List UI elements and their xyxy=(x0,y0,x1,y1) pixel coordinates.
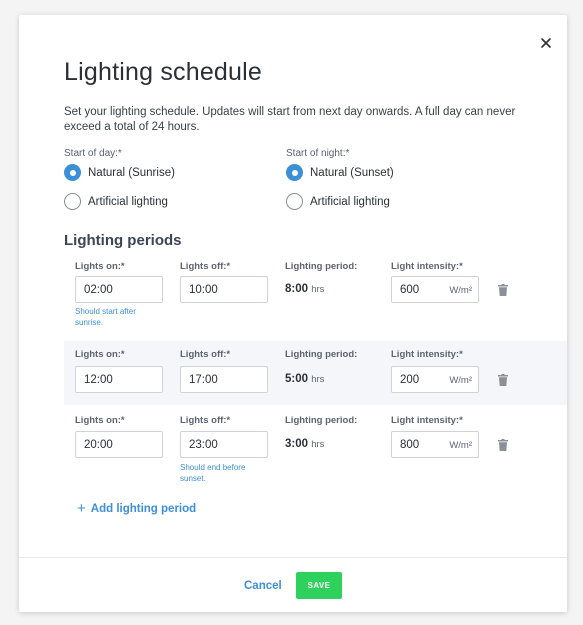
lights-off-label: Lights off:* xyxy=(180,415,231,426)
radio-label: Artificial lighting xyxy=(310,195,390,208)
lighting-period-value: 3:00 hrs xyxy=(285,438,324,450)
duration-value: 8:00 xyxy=(285,283,309,295)
lights-on-input[interactable]: 12:00 xyxy=(75,366,163,393)
start-of-day-label: Start of day:* xyxy=(64,148,122,159)
hrs-unit: hrs xyxy=(311,439,325,450)
save-button[interactable]: SAVE xyxy=(296,572,342,599)
lighting-period-label: Lighting period: xyxy=(285,349,358,360)
light-intensity-label: Light intensity:* xyxy=(391,261,463,272)
lighting-period-row: Lights on:* Lights off:* Lighting period… xyxy=(64,253,567,333)
lighting-period-label: Lighting period: xyxy=(285,415,358,426)
duration-value: 3:00 xyxy=(285,438,309,450)
intensity-unit: W/m² xyxy=(449,440,472,451)
hrs-unit: hrs xyxy=(311,284,325,295)
hrs-unit: hrs xyxy=(311,374,325,385)
close-icon[interactable] xyxy=(539,36,553,50)
radio-unselected-icon[interactable] xyxy=(286,193,303,210)
intensity-value: 600 xyxy=(400,283,420,296)
radio-label: Natural (Sunset) xyxy=(310,166,394,179)
plus-icon: + xyxy=(77,500,86,517)
light-intensity-input[interactable]: 600 W/m² xyxy=(391,276,479,303)
trash-icon[interactable] xyxy=(498,284,508,296)
dialog-footer: Cancel SAVE xyxy=(19,557,567,612)
light-intensity-input[interactable]: 200 W/m² xyxy=(391,366,479,393)
dialog-description: Set your lighting schedule. Updates will… xyxy=(64,106,516,133)
lights-off-hint: Should end before sunset. xyxy=(180,463,246,483)
radio-start-night-natural[interactable]: Natural (Sunset) xyxy=(286,164,394,181)
trash-icon[interactable] xyxy=(498,374,508,386)
intensity-value: 200 xyxy=(400,373,420,386)
radio-label: Natural (Sunrise) xyxy=(88,166,175,179)
light-intensity-label: Light intensity:* xyxy=(391,349,463,360)
light-intensity-label: Light intensity:* xyxy=(391,415,463,426)
lights-off-input[interactable]: 17:00 xyxy=(180,366,268,393)
lighting-period-label: Lighting period: xyxy=(285,261,358,272)
intensity-unit: W/m² xyxy=(449,285,472,296)
lights-off-label: Lights off:* xyxy=(180,349,231,360)
cancel-button[interactable]: Cancel xyxy=(244,580,282,592)
radio-selected-icon[interactable] xyxy=(286,164,303,181)
add-lighting-period-label: Add lighting period xyxy=(90,502,197,515)
lighting-period-value: 5:00 hrs xyxy=(285,373,324,385)
lighting-schedule-dialog: Lighting schedule Set your lighting sche… xyxy=(19,15,567,612)
lights-off-input[interactable]: 10:00 xyxy=(180,276,268,303)
dialog-title: Lighting schedule xyxy=(64,58,262,86)
lights-on-input[interactable]: 20:00 xyxy=(75,431,163,458)
radio-selected-icon[interactable] xyxy=(64,164,81,181)
lights-on-input[interactable]: 02:00 xyxy=(75,276,163,303)
lights-on-hint: Should start after sunrise. xyxy=(75,307,136,327)
radio-start-day-natural[interactable]: Natural (Sunrise) xyxy=(64,164,175,181)
lights-off-input[interactable]: 23:00 xyxy=(180,431,268,458)
lighting-period-row: Lights on:* Lights off:* Lighting period… xyxy=(64,341,567,405)
lights-on-label: Lights on:* xyxy=(75,261,125,272)
intensity-value: 800 xyxy=(400,438,420,451)
light-intensity-input[interactable]: 800 W/m² xyxy=(391,431,479,458)
lights-off-label: Lights off:* xyxy=(180,261,231,272)
trash-icon[interactable] xyxy=(498,439,508,451)
lighting-periods-title: Lighting periods xyxy=(64,232,182,249)
radio-label: Artificial lighting xyxy=(88,195,168,208)
lights-on-label: Lights on:* xyxy=(75,415,125,426)
lighting-period-row: Lights on:* Lights off:* Lighting period… xyxy=(64,407,567,487)
lighting-period-value: 8:00 hrs xyxy=(285,283,324,295)
add-lighting-period-button[interactable]: + Add lighting period xyxy=(77,500,196,517)
lights-on-label: Lights on:* xyxy=(75,349,125,360)
start-of-night-label: Start of night:* xyxy=(286,148,350,159)
radio-start-day-artificial[interactable]: Artificial lighting xyxy=(64,193,168,210)
intensity-unit: W/m² xyxy=(449,375,472,386)
radio-start-night-artificial[interactable]: Artificial lighting xyxy=(286,193,390,210)
radio-unselected-icon[interactable] xyxy=(64,193,81,210)
duration-value: 5:00 xyxy=(285,373,309,385)
